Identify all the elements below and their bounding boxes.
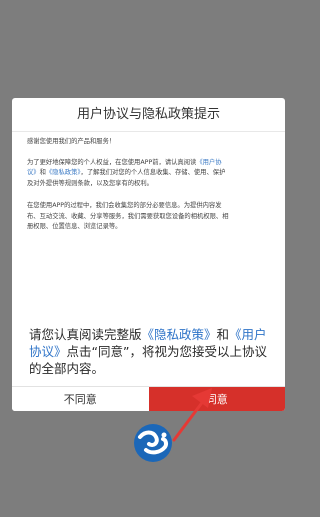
user-agreement-link-part2[interactable]: 议》 [27,169,40,176]
user-agreement-link-part1[interactable]: 《用户协 [196,159,221,166]
para2-line1: 在您使用APP的过程中，我们会收集您的部分必要信息。为提供内容发 [27,202,222,209]
notice-and: 和 [216,327,230,342]
para2-line3: 册权限、位置信息、浏览记录等。 [27,223,122,230]
privacy-dialog: 用户协议与隐私政策提示 感谢您使用我们的产品和服务！ 为了更好地保障您的个人权益… [12,98,285,411]
dialog-button-row: 不同意 同意 [12,386,285,411]
greeting-text: 感谢您使用我们的产品和服务！ [27,138,116,145]
privacy-policy-link[interactable]: 《隐私政策》 [46,169,81,176]
dialog-title: 用户协议与隐私政策提示 [76,107,220,122]
para1-line3: 及对外提供等规则条款，以及您享有的权利。 [27,179,153,187]
para1-line1: 为了更好地保障您的个人权益，在您使用APP前，请认真阅读 [27,158,197,166]
notice-text-a: 请您认真阅读完整版 [29,327,142,342]
red-arrow-icon [172,388,212,442]
agreement-notice: 请您认真阅读完整版《隐私政策》和《用户协议》点击“同意”，将视为您接受以上协议的… [29,326,279,377]
agreement-paragraph-2: 在您使用APP的过程中，我们会收集您的部分必要信息。为提供内容发 布、互动交流、… [27,201,280,233]
para1-line2: ，了解我们对您的个人信息收集、存储、使用、保护 [80,169,226,176]
agreement-text: 感谢您使用我们的产品和服务！ 为了更好地保障您的个人权益，在您使用APP前，请认… [12,132,285,233]
para2-line2: 布、互动交流、收藏、分享等服务，我们需要获取您设备的相机权限、相 [27,212,229,220]
agreement-paragraph-1: 为了更好地保障您的个人权益，在您使用APP前，请认真阅读《用户协 议》和《隐私政… [27,158,280,190]
disagree-button[interactable]: 不同意 [12,387,149,411]
notice-privacy-link[interactable]: 《隐私政策》 [142,327,217,342]
